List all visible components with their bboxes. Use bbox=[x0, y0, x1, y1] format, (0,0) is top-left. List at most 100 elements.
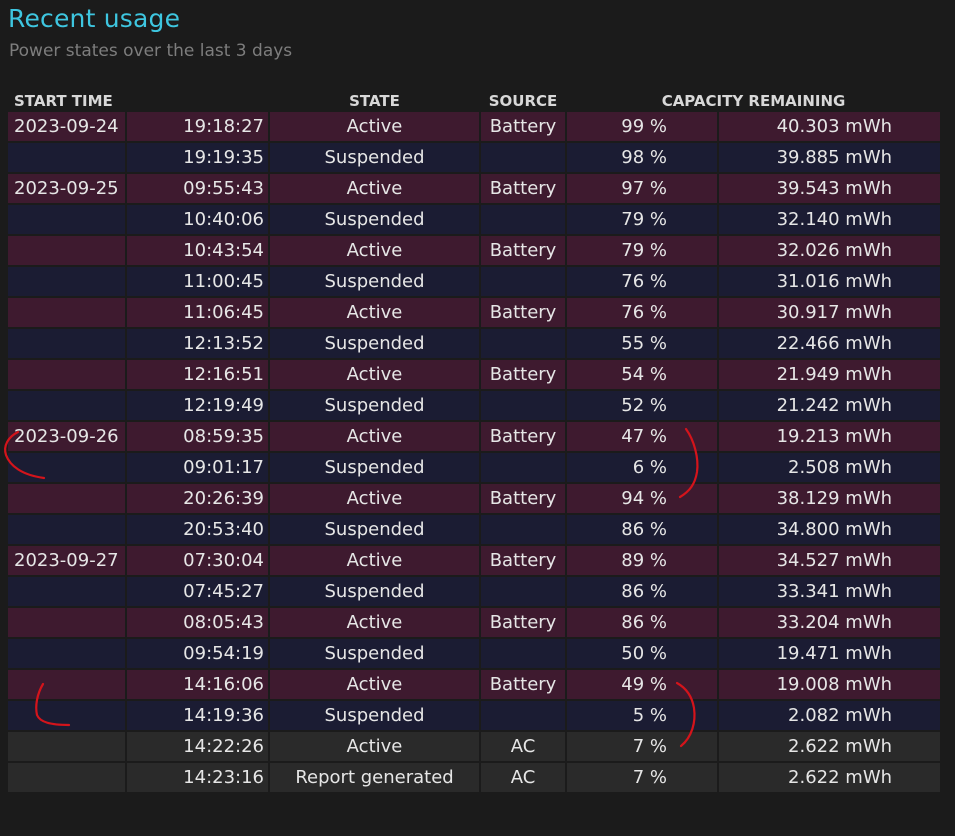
cell-state: Suspended bbox=[270, 577, 480, 606]
cell-capacity-mwh: 30.917 mWh bbox=[719, 298, 941, 327]
cell-capacity-mwh: 32.140 mWh bbox=[719, 205, 941, 234]
cell-date bbox=[8, 267, 125, 296]
cell-date bbox=[8, 763, 125, 792]
cell-capacity-percent: 98 % bbox=[567, 143, 718, 172]
cell-source: Battery bbox=[481, 298, 566, 327]
cell-capacity-percent: 86 % bbox=[567, 608, 718, 637]
cell-time: 20:26:39 bbox=[127, 484, 269, 513]
cell-source: Battery bbox=[481, 484, 566, 513]
column-header-source: SOURCE bbox=[488, 92, 558, 110]
table-row: 10:40:06 Suspended 79 % 32.140 mWh bbox=[8, 205, 941, 234]
cell-time: 14:22:26 bbox=[127, 732, 269, 761]
cell-date bbox=[8, 453, 125, 482]
cell-date: 2023-09-24 bbox=[8, 112, 125, 141]
table-row: 09:01:17 Suspended 6 % 2.508 mWh bbox=[8, 453, 941, 482]
cell-source bbox=[481, 329, 566, 358]
table-row: 11:06:45 Active Battery 76 % 30.917 mWh bbox=[8, 298, 941, 327]
cell-date bbox=[8, 205, 125, 234]
cell-source bbox=[481, 453, 566, 482]
cell-date bbox=[8, 732, 125, 761]
cell-source bbox=[481, 701, 566, 730]
column-header-start-time: START TIME bbox=[14, 92, 113, 110]
table-body: 2023-09-24 19:18:27 Active Battery 99 % 40.30… bbox=[8, 112, 941, 792]
table-row: 12:19:49 Suspended 52 % 21.242 mWh bbox=[8, 391, 941, 420]
table-row: 20:53:40 Suspended 86 % 34.800 mWh bbox=[8, 515, 941, 544]
cell-capacity-mwh: 39.885 mWh bbox=[719, 143, 941, 172]
cell-time: 07:30:04 bbox=[127, 546, 269, 575]
cell-state: Active bbox=[270, 174, 480, 203]
page-subtitle: Power states over the last 3 days bbox=[9, 41, 293, 61]
cell-capacity-percent: 89 % bbox=[567, 546, 718, 575]
cell-capacity-percent: 49 % bbox=[567, 670, 718, 699]
cell-date bbox=[8, 484, 125, 513]
cell-source: AC bbox=[481, 732, 566, 761]
cell-state: Active bbox=[270, 298, 480, 327]
cell-time: 08:05:43 bbox=[127, 608, 269, 637]
cell-capacity-mwh: 32.026 mWh bbox=[719, 236, 941, 265]
cell-state: Suspended bbox=[270, 453, 480, 482]
cell-time: 09:01:17 bbox=[127, 453, 269, 482]
cell-state: Active bbox=[270, 732, 480, 761]
cell-time: 08:59:35 bbox=[127, 422, 269, 451]
cell-state: Active bbox=[270, 484, 480, 513]
cell-state: Report generated bbox=[270, 763, 480, 792]
cell-capacity-mwh: 40.303 mWh bbox=[719, 112, 941, 141]
cell-capacity-percent: 97 % bbox=[567, 174, 718, 203]
cell-time: 09:55:43 bbox=[127, 174, 269, 203]
usage-table-container: START TIME STATE SOURCE CAPACITY REMAINI… bbox=[6, 86, 942, 794]
cell-state: Active bbox=[270, 360, 480, 389]
cell-state: Suspended bbox=[270, 329, 480, 358]
cell-date bbox=[8, 515, 125, 544]
cell-state: Active bbox=[270, 236, 480, 265]
cell-date bbox=[8, 298, 125, 327]
cell-capacity-mwh: 2.622 mWh bbox=[719, 732, 941, 761]
usage-table: START TIME STATE SOURCE CAPACITY REMAINI… bbox=[6, 86, 942, 794]
cell-capacity-mwh: 31.016 mWh bbox=[719, 267, 941, 296]
page-title: Recent usage bbox=[8, 4, 181, 33]
cell-source bbox=[481, 639, 566, 668]
cell-state: Active bbox=[270, 546, 480, 575]
table-row: 10:43:54 Active Battery 79 % 32.026 mWh bbox=[8, 236, 941, 265]
cell-capacity-mwh: 34.527 mWh bbox=[719, 546, 941, 575]
cell-capacity-percent: 86 % bbox=[567, 515, 718, 544]
cell-time: 11:06:45 bbox=[127, 298, 269, 327]
table-row: 08:05:43 Active Battery 86 % 33.204 mWh bbox=[8, 608, 941, 637]
cell-source: Battery bbox=[481, 422, 566, 451]
cell-capacity-percent: 99 % bbox=[567, 112, 718, 141]
cell-source bbox=[481, 391, 566, 420]
cell-capacity-percent: 6 % bbox=[567, 453, 718, 482]
cell-time: 10:40:06 bbox=[127, 205, 269, 234]
cell-date bbox=[8, 670, 125, 699]
cell-source bbox=[481, 267, 566, 296]
cell-capacity-percent: 94 % bbox=[567, 484, 718, 513]
cell-time: 19:18:27 bbox=[127, 112, 269, 141]
table-row: 14:23:16 Report generated AC 7 % 2.622 mWh bbox=[8, 763, 941, 792]
cell-capacity-mwh: 22.466 mWh bbox=[719, 329, 941, 358]
table-row: 12:13:52 Suspended 55 % 22.466 mWh bbox=[8, 329, 941, 358]
cell-capacity-percent: 55 % bbox=[567, 329, 718, 358]
table-row: 14:19:36 Suspended 5 % 2.082 mWh bbox=[8, 701, 941, 730]
table-row: 2023-09-27 07:30:04 Active Battery 89 % 34.52… bbox=[8, 546, 941, 575]
cell-state: Active bbox=[270, 670, 480, 699]
cell-state: Suspended bbox=[270, 205, 480, 234]
cell-state: Active bbox=[270, 422, 480, 451]
cell-state: Active bbox=[270, 608, 480, 637]
cell-source bbox=[481, 577, 566, 606]
cell-capacity-percent: 47 % bbox=[567, 422, 718, 451]
cell-capacity-mwh: 19.008 mWh bbox=[719, 670, 941, 699]
cell-date: 2023-09-25 bbox=[8, 174, 125, 203]
cell-date bbox=[8, 143, 125, 172]
cell-capacity-percent: 76 % bbox=[567, 267, 718, 296]
cell-state: Active bbox=[270, 112, 480, 141]
table-row: 07:45:27 Suspended 86 % 33.341 mWh bbox=[8, 577, 941, 606]
cell-source bbox=[481, 143, 566, 172]
cell-capacity-mwh: 33.204 mWh bbox=[719, 608, 941, 637]
cell-time: 20:53:40 bbox=[127, 515, 269, 544]
cell-time: 11:00:45 bbox=[127, 267, 269, 296]
cell-source: Battery bbox=[481, 236, 566, 265]
cell-state: Suspended bbox=[270, 391, 480, 420]
cell-capacity-percent: 7 % bbox=[567, 732, 718, 761]
cell-time: 14:19:36 bbox=[127, 701, 269, 730]
cell-time: 07:45:27 bbox=[127, 577, 269, 606]
cell-capacity-mwh: 19.471 mWh bbox=[719, 639, 941, 668]
